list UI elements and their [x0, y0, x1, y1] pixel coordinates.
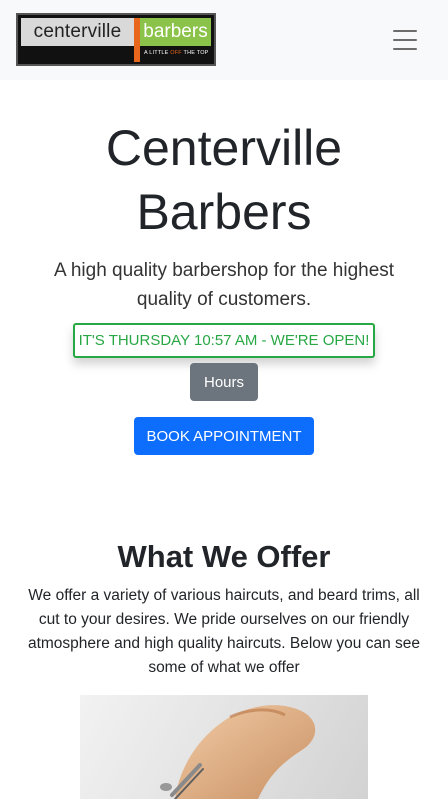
- hamburger-icon[interactable]: [380, 20, 430, 60]
- logo-tagline-a: A LITTLE: [144, 50, 171, 56]
- logo-tagline: A LITTLE OFF THE TOP: [144, 50, 209, 56]
- hero-subtitle: A high quality barbershop for the highes…: [53, 260, 395, 310]
- section-description: We offer a variety of various haircuts, …: [27, 587, 421, 676]
- haircut-photo: [80, 695, 368, 799]
- section-title: What We Offer: [117, 539, 331, 574]
- hero-title-line1: Centerville: [105, 120, 343, 176]
- logo-left-text: centerville: [21, 18, 134, 46]
- logo-right-text: barbers: [140, 18, 211, 46]
- open-status-badge: IT'S THURSDAY 10:57 AM - WE'RE OPEN!: [73, 323, 375, 358]
- logo-wordmark: centerville barbers: [21, 18, 211, 62]
- haircut-photo-art: [160, 705, 316, 799]
- hamburger-line: [393, 30, 417, 32]
- navbar: centerville barbers A LITTLE OFF THE TOP: [0, 0, 448, 80]
- hours-button[interactable]: Hours: [190, 363, 258, 401]
- logo-tagline-b: THE TOP: [181, 50, 209, 56]
- hero-title: Centerville Barbers: [0, 116, 448, 244]
- hero-title-line2: Barbers: [136, 184, 312, 240]
- brand-logo[interactable]: centerville barbers A LITTLE OFF THE TOP: [16, 13, 216, 66]
- hamburger-line: [393, 48, 417, 50]
- book-appointment-button[interactable]: BOOK APPOINTMENT: [134, 417, 314, 455]
- hamburger-line: [393, 39, 417, 41]
- logo-tagline-off: OFF: [170, 50, 182, 56]
